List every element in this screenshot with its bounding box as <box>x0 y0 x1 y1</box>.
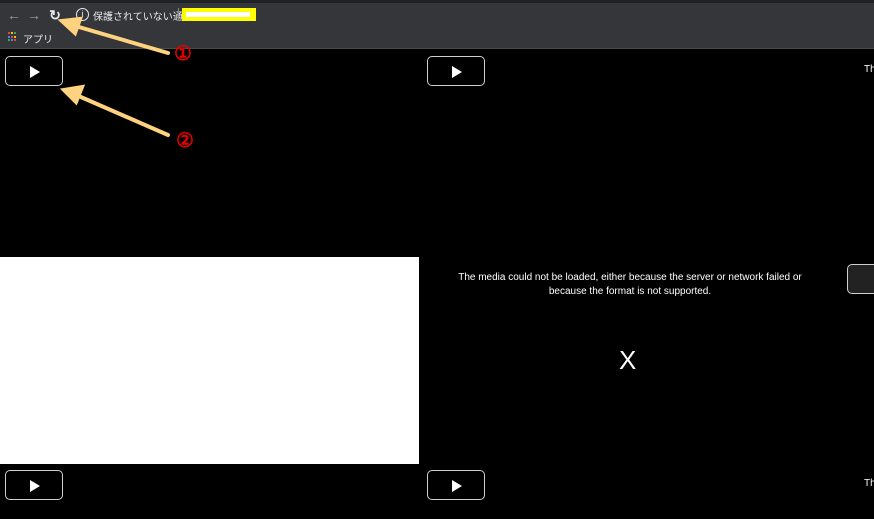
arrow-2-shaft <box>72 92 170 137</box>
annotation-marker-2: ② <box>176 130 194 152</box>
annotation-arrows <box>57 16 170 137</box>
arrow-2-head <box>59 84 86 106</box>
arrow-1-head <box>57 16 83 37</box>
arrow-1-shaft <box>70 23 170 55</box>
annotation-marker-1: ① <box>174 43 192 65</box>
